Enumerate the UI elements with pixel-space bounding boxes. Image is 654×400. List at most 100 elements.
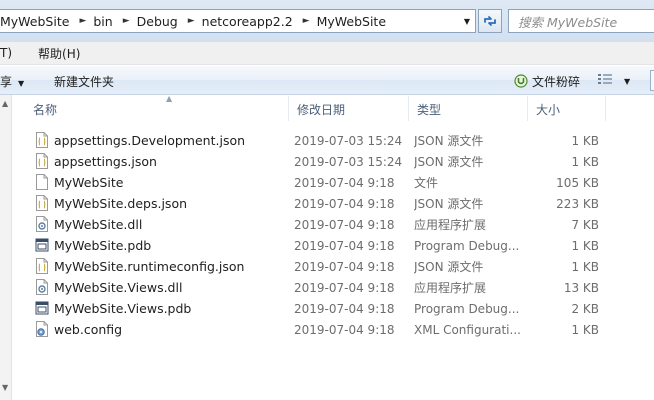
file-date: 2019-07-04 9:18 xyxy=(294,197,395,211)
file-type: 应用程序扩展 xyxy=(414,281,487,295)
file-row[interactable]: web.config 2019-07-04 9:18 XML Configura… xyxy=(0,319,654,340)
file-type: JSON 源文件 xyxy=(414,155,484,169)
file-size: 2 KB xyxy=(571,302,599,316)
address-area: MyWebSite ► bin ► Debug ► netcoreapp2.2 … xyxy=(0,0,654,42)
column-header-type[interactable]: 类型 xyxy=(409,96,528,121)
file-type: 文件 xyxy=(414,176,439,190)
json-file-icon xyxy=(36,132,48,148)
file-row[interactable]: MyWebSite.pdb 2019-07-04 9:18 Program De… xyxy=(0,235,654,256)
file-size: 7 KB xyxy=(571,218,599,232)
menu-bar: T) 帮助(H) xyxy=(0,42,654,65)
scroll-down-icon[interactable]: ▼ xyxy=(2,383,8,392)
file-name: appsettings.Development.json xyxy=(54,133,246,148)
json-file-icon xyxy=(36,153,48,169)
file-size: 1 KB xyxy=(571,323,599,337)
breadcrumb-separator-icon[interactable]: ► xyxy=(71,16,93,26)
refresh-button[interactable] xyxy=(478,9,502,33)
view-options-button[interactable]: ▼ xyxy=(597,73,630,87)
file-type: JSON 源文件 xyxy=(414,134,484,148)
search-input[interactable]: 搜索 MyWebSite xyxy=(508,9,654,33)
chevron-down-icon: ▼ xyxy=(18,79,25,88)
file-name: web.config xyxy=(54,322,123,337)
column-header-size-label: 大小 xyxy=(536,103,561,117)
menu-help[interactable]: 帮助(H) xyxy=(38,45,80,62)
file-size: 13 KB xyxy=(563,281,599,295)
file-shred-button[interactable]: 文件粉碎 xyxy=(514,73,580,90)
file-icon xyxy=(36,174,48,190)
file-type: Program Debug... xyxy=(414,302,520,316)
config-file-icon xyxy=(36,321,48,337)
file-row[interactable]: MyWebSite.deps.json 2019-07-04 9:18 JSON… xyxy=(0,193,654,214)
share-button[interactable]: 享 ▼ xyxy=(0,73,24,90)
file-size: 1 KB xyxy=(571,155,599,169)
column-header-date-label: 修改日期 xyxy=(297,103,346,117)
file-type: XML Configurati... xyxy=(414,323,521,337)
dll-file-icon xyxy=(36,279,48,295)
file-row[interactable]: MyWebSite.dll 2019-07-04 9:18 应用程序扩展 7 K… xyxy=(0,214,654,235)
column-headers: ▲ 名称 修改日期 类型 大小 xyxy=(12,94,654,121)
json-file-icon xyxy=(36,195,48,211)
file-shred-label: 文件粉碎 xyxy=(532,75,581,89)
file-row[interactable]: MyWebSite.runtimeconfig.json 2019-07-04 … xyxy=(0,256,654,277)
file-type: Program Debug... xyxy=(414,239,520,253)
file-name: MyWebSite xyxy=(54,175,124,190)
file-date: 2019-07-04 9:18 xyxy=(294,323,395,337)
file-date: 2019-07-04 9:18 xyxy=(294,176,395,190)
breadcrumb-separator-icon[interactable]: ► xyxy=(295,16,317,26)
column-header-date[interactable]: 修改日期 xyxy=(289,96,409,121)
column-header-name[interactable]: ▲ 名称 xyxy=(25,94,289,121)
scroll-up-icon[interactable]: ▲ xyxy=(2,99,8,108)
new-folder-button[interactable]: 新建文件夹 xyxy=(54,73,114,90)
file-row[interactable]: MyWebSite 2019-07-04 9:18 文件 105 KB xyxy=(0,172,654,193)
file-date: 2019-07-04 9:18 xyxy=(294,281,395,295)
file-date: 2019-07-04 9:18 xyxy=(294,260,395,274)
file-date: 2019-07-03 15:24 xyxy=(294,155,403,169)
file-size: 1 KB xyxy=(571,134,599,148)
breadcrumb-mywebsite-current[interactable]: MyWebSite xyxy=(317,14,388,29)
breadcrumb-separator-icon[interactable]: ► xyxy=(180,16,202,26)
breadcrumb-separator-icon[interactable]: ► xyxy=(115,16,137,26)
shred-icon xyxy=(514,74,528,88)
breadcrumb-mywebsite-root[interactable]: MyWebSite xyxy=(0,14,71,29)
file-size: 1 KB xyxy=(571,239,599,253)
file-name: appsettings.json xyxy=(54,154,157,169)
details-view-icon xyxy=(598,74,612,84)
file-row[interactable]: appsettings.Development.json 2019-07-03 … xyxy=(0,130,654,151)
pdb-file-icon xyxy=(35,238,49,252)
file-type: JSON 源文件 xyxy=(414,260,484,274)
menu-tools[interactable]: T) xyxy=(0,46,12,60)
file-date: 2019-07-04 9:18 xyxy=(294,239,395,253)
breadcrumb-netcoreapp[interactable]: netcoreapp2.2 xyxy=(202,14,295,29)
file-type: JSON 源文件 xyxy=(414,197,484,211)
pdb-file-icon xyxy=(35,301,49,315)
file-type: 应用程序扩展 xyxy=(414,218,487,232)
file-name: MyWebSite.pdb xyxy=(54,238,152,253)
file-date: 2019-07-04 9:18 xyxy=(294,302,395,316)
dll-file-icon xyxy=(36,216,48,232)
file-name: MyWebSite.dll xyxy=(54,217,143,232)
breadcrumb-bin[interactable]: bin xyxy=(93,14,114,29)
chevron-down-icon: ▼ xyxy=(624,77,631,86)
file-name: MyWebSite.deps.json xyxy=(54,196,188,211)
file-row[interactable]: appsettings.json 2019-07-03 15:24 JSON 源… xyxy=(0,151,654,172)
address-history-dropdown-icon[interactable]: ▼ xyxy=(459,10,475,32)
file-size: 1 KB xyxy=(571,260,599,274)
file-name: MyWebSite.runtimeconfig.json xyxy=(54,259,245,274)
column-header-name-label: 名称 xyxy=(33,103,58,117)
command-bar: 享 ▼ 新建文件夹 文件粉碎 ▼ xyxy=(0,66,654,95)
file-date: 2019-07-03 15:24 xyxy=(294,134,403,148)
refresh-icon xyxy=(484,16,496,26)
file-name: MyWebSite.Views.pdb xyxy=(54,301,192,316)
column-header-size[interactable]: 大小 xyxy=(528,96,606,121)
breadcrumb-debug[interactable]: Debug xyxy=(137,14,180,29)
share-label: 享 xyxy=(0,75,13,89)
preview-pane-button[interactable] xyxy=(650,70,654,91)
file-size: 223 KB xyxy=(556,197,599,211)
sort-ascending-icon: ▲ xyxy=(166,94,173,103)
file-row[interactable]: MyWebSite.Views.pdb 2019-07-04 9:18 Prog… xyxy=(0,298,654,319)
file-date: 2019-07-04 9:18 xyxy=(294,218,395,232)
json-file-icon xyxy=(36,258,48,274)
column-header-type-label: 类型 xyxy=(417,103,442,117)
address-bar[interactable]: MyWebSite ► bin ► Debug ► netcoreapp2.2 … xyxy=(0,9,476,33)
file-row[interactable]: MyWebSite.Views.dll 2019-07-04 9:18 应用程序… xyxy=(0,277,654,298)
